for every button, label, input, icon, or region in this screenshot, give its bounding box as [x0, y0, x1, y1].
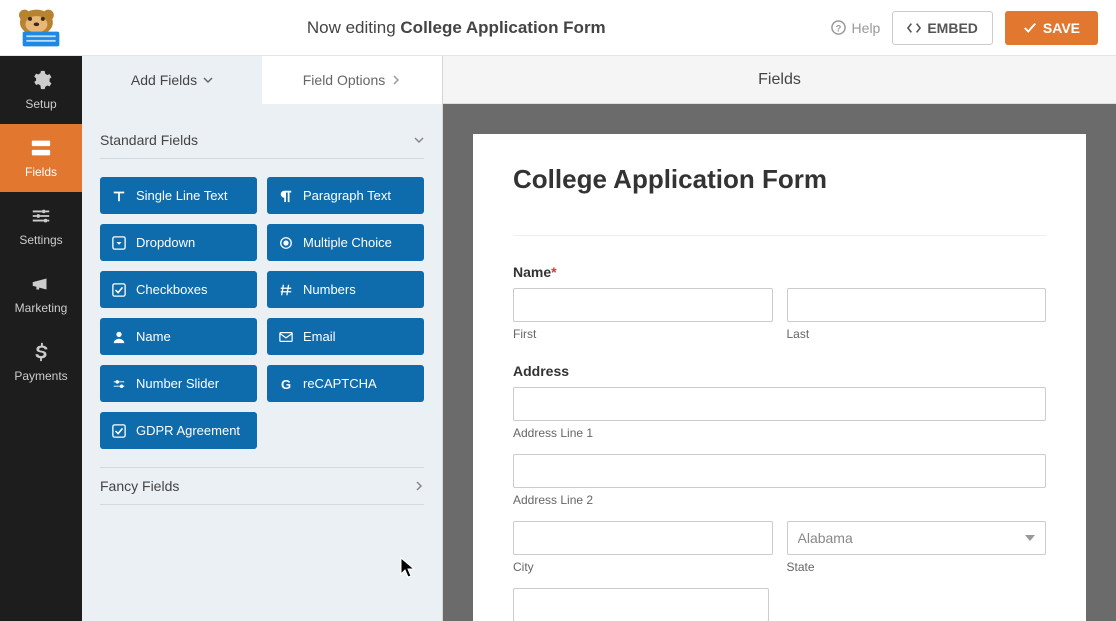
gear-icon [30, 69, 52, 91]
last-sublabel: Last [787, 327, 1047, 341]
app-logo [0, 0, 82, 56]
city-input[interactable] [513, 521, 773, 555]
dollar-icon [30, 341, 52, 363]
state-sublabel: State [787, 560, 1047, 574]
paragraph-icon [279, 189, 293, 203]
nav-fields-label: Fields [25, 165, 57, 179]
state-select[interactable]: Alabama [787, 521, 1047, 555]
field-gdpr-agreement[interactable]: GDPR Agreement [100, 412, 257, 449]
fields-panel: Add Fields Field Options Standard Fields… [82, 56, 443, 621]
save-button[interactable]: SAVE [1005, 11, 1098, 45]
top-bar: Now editing College Application Form ? H… [0, 0, 1116, 56]
chevron-down-icon [203, 75, 213, 85]
main-layout: Setup Fields Settings Marketing Payments… [0, 56, 1116, 621]
last-name-input[interactable] [787, 288, 1047, 322]
field-numbers[interactable]: Numbers [267, 271, 424, 308]
city-sublabel: City [513, 560, 773, 574]
standard-fields-grid: Single Line Text Paragraph Text Dropdown… [100, 159, 424, 467]
envelope-icon [279, 330, 293, 344]
panel-tabs: Add Fields Field Options [82, 56, 442, 104]
field-dropdown[interactable]: Dropdown [100, 224, 257, 261]
checkbox-icon [112, 283, 126, 297]
chevron-right-icon [391, 75, 401, 85]
address-line2-input[interactable] [513, 454, 1046, 488]
caret-down-square-icon [112, 236, 126, 250]
check-icon [1023, 21, 1037, 35]
field-address-group[interactable]: Address Address Line 1 Address Line 2 Ci… [513, 363, 1046, 621]
editing-title: Now editing College Application Form [82, 18, 831, 38]
field-recaptcha[interactable]: GreCAPTCHA [267, 365, 424, 402]
chevron-right-icon [414, 481, 424, 491]
topbar-actions: ? Help EMBED SAVE [831, 11, 1116, 45]
field-name[interactable]: Name [100, 318, 257, 355]
first-name-input[interactable] [513, 288, 773, 322]
field-paragraph-text[interactable]: Paragraph Text [267, 177, 424, 214]
sliders-icon [112, 377, 126, 391]
field-number-slider[interactable]: Number Slider [100, 365, 257, 402]
divider [513, 235, 1046, 236]
tab-add-fields[interactable]: Add Fields [82, 56, 262, 104]
name-label: Name* [513, 264, 1046, 280]
nav-marketing-label: Marketing [15, 301, 68, 315]
form-name: College Application Form [400, 18, 605, 37]
nav-setup[interactable]: Setup [0, 56, 82, 124]
nav-setup-label: Setup [25, 97, 56, 111]
help-icon: ? [831, 20, 846, 35]
address-label: Address [513, 363, 1046, 379]
first-sublabel: First [513, 327, 773, 341]
preview-header: Fields [443, 56, 1116, 104]
hash-icon [279, 283, 293, 297]
section-standard-fields[interactable]: Standard Fields [100, 122, 424, 159]
code-icon [907, 21, 921, 35]
addr1-sublabel: Address Line 1 [513, 426, 1046, 440]
field-checkboxes[interactable]: Checkboxes [100, 271, 257, 308]
nav-fields[interactable]: Fields [0, 124, 82, 192]
preview-body: College Application Form Name* First Las… [443, 104, 1116, 621]
nav-settings[interactable]: Settings [0, 192, 82, 260]
svg-text:?: ? [835, 23, 841, 33]
zip-input[interactable] [513, 588, 769, 621]
form-title: College Application Form [513, 164, 1046, 195]
tab-field-options[interactable]: Field Options [262, 56, 442, 104]
preview-wrap: Fields College Application Form Name* Fi… [443, 56, 1116, 621]
embed-button[interactable]: EMBED [892, 11, 993, 45]
section-fancy-fields[interactable]: Fancy Fields [100, 467, 424, 505]
panel-body: Standard Fields Single Line Text Paragra… [82, 104, 442, 523]
addr2-sublabel: Address Line 2 [513, 493, 1046, 507]
user-icon [112, 330, 126, 344]
chevron-down-icon [414, 135, 424, 145]
field-single-line-text[interactable]: Single Line Text [100, 177, 257, 214]
address-line1-input[interactable] [513, 387, 1046, 421]
text-icon [112, 189, 126, 203]
fields-icon [30, 137, 52, 159]
nav-payments[interactable]: Payments [0, 328, 82, 396]
bullhorn-icon [30, 273, 52, 295]
bear-logo-icon [13, 6, 69, 50]
required-asterisk: * [551, 264, 556, 280]
sliders-icon [30, 205, 52, 227]
editing-prefix: Now editing [307, 18, 401, 37]
field-email[interactable]: Email [267, 318, 424, 355]
nav-payments-label: Payments [14, 369, 67, 383]
checkbox-icon [112, 424, 126, 438]
side-nav: Setup Fields Settings Marketing Payments [0, 56, 82, 621]
radio-icon [279, 236, 293, 250]
nav-settings-label: Settings [19, 233, 62, 247]
google-icon: G [279, 377, 293, 391]
field-name-group[interactable]: Name* First Last [513, 264, 1046, 341]
field-multiple-choice[interactable]: Multiple Choice [267, 224, 424, 261]
nav-marketing[interactable]: Marketing [0, 260, 82, 328]
help-link[interactable]: ? Help [831, 20, 881, 36]
preview-card: College Application Form Name* First Las… [473, 134, 1086, 621]
